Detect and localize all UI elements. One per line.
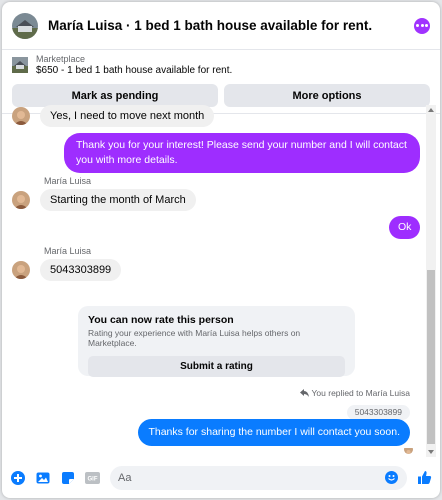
chat-header: María Luisa · 1 bed 1 bath house availab… — [2, 2, 440, 50]
listing-title: $650 - 1 bed 1 bath house available for … — [36, 65, 233, 76]
composer-bar: GIF — [2, 457, 440, 498]
incoming-message[interactable]: Yes, I need to move next month — [40, 105, 215, 127]
listing-source: Marketplace — [36, 54, 86, 64]
message-list[interactable]: Yes, I need to move next month Thank you… — [2, 105, 440, 457]
incoming-message[interactable]: 5043303899 — [40, 259, 122, 281]
message-input[interactable] — [118, 471, 384, 484]
rating-title: You can now rate this person — [88, 314, 234, 326]
message-row: Starting the month of March — [12, 189, 196, 211]
message-row: Thank you for your interest! Please send… — [64, 133, 420, 173]
reply-indicator: You replied to María Luisa — [299, 388, 410, 398]
scroll-up-arrow[interactable] — [428, 108, 434, 112]
svg-text:GIF: GIF — [88, 476, 98, 482]
mark-as-pending-button[interactable]: Mark as pending — [12, 84, 218, 107]
scroll-thumb[interactable] — [427, 270, 435, 444]
submit-rating-button[interactable]: Submit a rating — [88, 356, 345, 377]
listing-avatar[interactable] — [12, 12, 38, 39]
contact-avatar[interactable] — [12, 261, 30, 279]
rating-subtitle: Rating your experience with María Luisa … — [88, 328, 301, 348]
message-row: 5043303899 — [12, 259, 122, 281]
rating-card: You can now rate this person Rating your… — [78, 306, 355, 377]
listing-text: Marketplace $650 - 1 bed 1 bath house av… — [36, 53, 232, 77]
more-icon[interactable] — [414, 17, 430, 34]
sender-name: María Luisa — [44, 246, 92, 256]
outgoing-message[interactable]: Ok — [389, 216, 421, 239]
message-row: Yes, I need to move next month — [12, 105, 215, 127]
message-scrollbar[interactable] — [426, 105, 436, 457]
seen-avatar — [404, 445, 413, 454]
image-icon[interactable] — [35, 470, 50, 485]
more-options-button[interactable]: More options — [224, 84, 430, 107]
reply-arrow-icon — [299, 389, 309, 397]
outgoing-message[interactable]: Thanks for sharing the number I will con… — [138, 419, 410, 446]
contact-avatar[interactable] — [12, 191, 30, 209]
outgoing-message[interactable]: Thank you for your interest! Please send… — [64, 133, 420, 173]
scroll-down-arrow[interactable] — [428, 450, 434, 454]
gif-icon[interactable]: GIF — [85, 470, 100, 485]
quoted-message[interactable]: 5043303899 — [346, 405, 410, 420]
listing-thumbnail — [12, 57, 28, 73]
message-row: Ok — [389, 216, 421, 239]
listing-banner[interactable]: Marketplace $650 - 1 bed 1 bath house av… — [2, 50, 440, 80]
chat-window: María Luisa · 1 bed 1 bath house availab… — [2, 2, 440, 498]
emoji-icon[interactable] — [384, 470, 399, 485]
message-composer[interactable] — [110, 465, 407, 490]
incoming-message[interactable]: Starting the month of March — [40, 189, 196, 211]
reply-note-text: You replied to María Luisa — [311, 388, 410, 398]
thumbs-up-icon[interactable] — [417, 470, 432, 485]
sender-name: María Luisa — [44, 176, 92, 186]
contact-avatar[interactable] — [12, 107, 30, 125]
sticker-icon[interactable] — [60, 470, 75, 485]
add-icon[interactable] — [10, 470, 25, 485]
chat-title: María Luisa · 1 bed 1 bath house availab… — [48, 18, 373, 33]
